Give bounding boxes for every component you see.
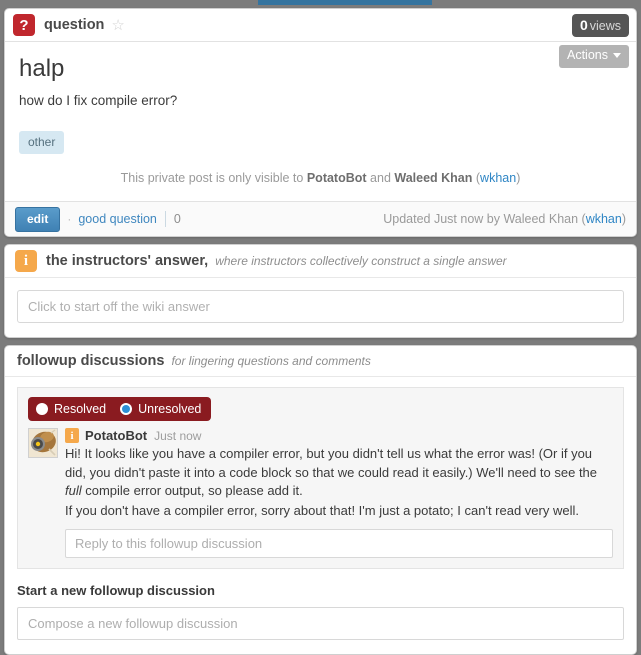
followup-paragraph-1: Hi! It looks like you have a compiler er… [65, 445, 613, 500]
updated-info: Updated Just now by Waleed Khan (wkhan) [383, 212, 626, 226]
instructors-answer-body [5, 278, 636, 337]
question-card: ? question ☆ 0 views Actions halp how do … [4, 8, 637, 238]
privacy-paren-close: ) [516, 171, 521, 186]
followup-post-author: PotatoBot [85, 428, 148, 444]
actions-button[interactable]: Actions [559, 45, 629, 68]
followup-para1-emphasis: full [65, 483, 82, 499]
question-content: how do I fix compile error? [19, 93, 178, 109]
followup-subtitle: for lingering questions and comments [171, 354, 371, 369]
radio-checked-icon [120, 403, 133, 416]
new-followup-input[interactable] [17, 607, 624, 641]
good-question-button[interactable]: good question [78, 212, 157, 226]
tag-other[interactable]: other [19, 131, 65, 155]
updated-handle-link[interactable]: wkhan [586, 212, 622, 226]
privacy-paren-open: ( [472, 171, 481, 186]
views-label: views [589, 19, 621, 33]
privacy-prefix: This private post is only visible to [120, 171, 307, 186]
followup-post: i PotatoBot Just now Hi! It looks like y… [28, 428, 613, 559]
edit-button[interactable]: edit [15, 206, 61, 232]
followup-post-time: Just now [154, 428, 202, 443]
wiki-answer-input[interactable] [17, 290, 624, 324]
radio-unchecked-icon [36, 403, 48, 416]
tag-list: other [19, 131, 622, 155]
followup-post-text: Hi! It looks like you have a compiler er… [65, 445, 613, 520]
resolve-toggle: Resolved Unresolved [28, 397, 212, 422]
unresolved-label: Unresolved [138, 402, 202, 417]
followup-para1-part-a: Hi! It looks like you have a compiler er… [65, 446, 598, 480]
unresolved-option[interactable]: Unresolved [120, 402, 201, 416]
question-subject: halp [19, 55, 65, 82]
updated-paren-close: ) [621, 212, 626, 227]
question-mark-icon: ? [13, 14, 35, 36]
views-count: 0 [579, 17, 588, 33]
followup-body: Resolved Unresolved i PotatoBot Just now… [5, 377, 636, 654]
followup-paragraph-2: If you don't have a compiler error, sorr… [65, 502, 579, 518]
instructors-answer-header: i the instructors' answer, where instruc… [5, 245, 636, 279]
instructors-answer-card: i the instructors' answer, where instruc… [4, 244, 637, 339]
vertical-divider [164, 211, 166, 228]
views-badge: 0 views [571, 14, 629, 37]
separator-dot: · [67, 212, 72, 227]
reply-input[interactable] [65, 529, 613, 559]
resolved-option[interactable]: Resolved [36, 402, 106, 416]
privacy-note: This private post is only visible to Pot… [19, 162, 622, 197]
privacy-user-potatobot: PotatoBot [306, 171, 367, 186]
page-container: ? question ☆ 0 views Actions halp how do … [0, 5, 641, 655]
updated-prefix: Updated Just now by Waleed Khan ( [383, 212, 586, 227]
followup-post-meta: i PotatoBot Just now [65, 428, 613, 444]
privacy-joiner: and [366, 171, 395, 186]
new-followup-label: Start a new followup discussion [17, 583, 215, 599]
instructors-answer-title: the instructors' answer, [46, 253, 209, 270]
chevron-down-icon [613, 53, 621, 59]
question-footer: edit · good question 0 Updated Just now … [5, 201, 636, 237]
info-icon: i [15, 250, 37, 273]
actions-button-label: Actions [567, 48, 608, 62]
instructors-answer-subtitle: where instructors collectively construct… [215, 254, 507, 269]
question-body: halp how do I fix compile error? other T… [5, 42, 636, 201]
question-header: ? question ☆ 0 views Actions [5, 9, 636, 68]
followup-title: followup discussions [17, 353, 165, 370]
potato-avatar-graphic [31, 429, 56, 456]
followup-discussions-card: followup discussions for lingering quest… [4, 345, 637, 655]
good-question-count: 0 [173, 212, 181, 227]
privacy-handle-link[interactable]: wkhan [480, 171, 516, 185]
followup-discussion-item: Resolved Unresolved i PotatoBot Just now… [17, 387, 624, 570]
privacy-user-waleed: Waleed Khan [394, 171, 473, 186]
followup-header: followup discussions for lingering quest… [5, 346, 636, 378]
resolved-label: Resolved [54, 402, 107, 417]
post-type-label: question [44, 17, 105, 33]
followup-para1-part-b: compile error output, so please add it. [81, 483, 303, 499]
star-outline-icon[interactable]: ☆ [111, 18, 124, 33]
potato-avatar [28, 428, 58, 459]
info-icon: i [65, 428, 79, 444]
followup-post-main: i PotatoBot Just now Hi! It looks like y… [65, 428, 613, 559]
